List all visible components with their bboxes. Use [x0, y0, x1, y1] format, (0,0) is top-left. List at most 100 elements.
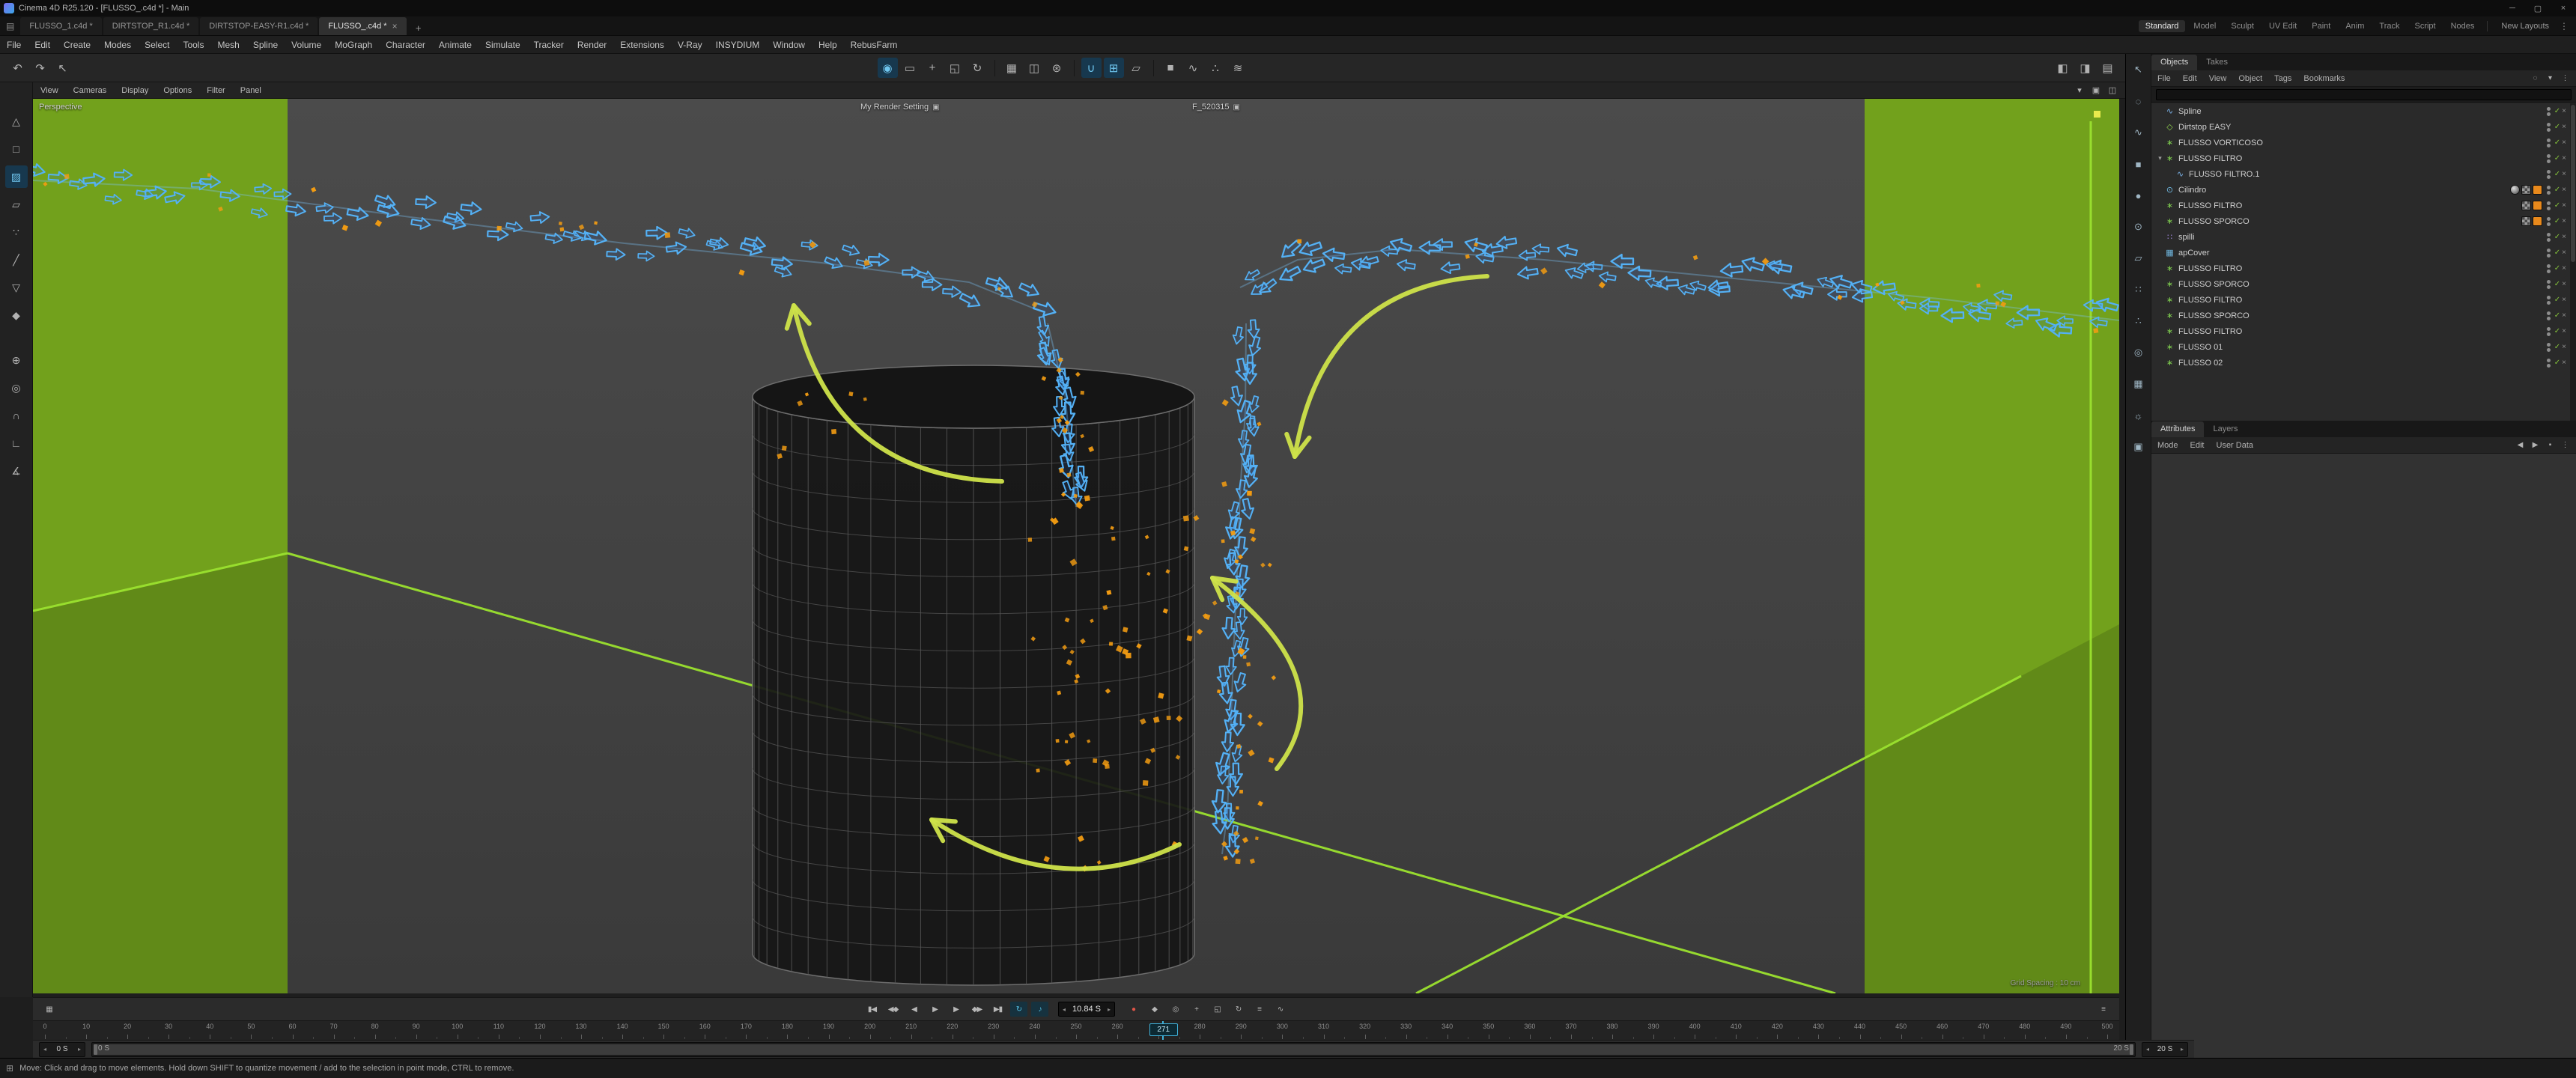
render-visibility-dot[interactable] — [2547, 270, 2551, 273]
editor-visibility-dot[interactable] — [2547, 233, 2551, 237]
render-visibility-dot[interactable] — [2547, 112, 2551, 116]
render-visibility-dot[interactable] — [2547, 159, 2551, 163]
object-row[interactable]: ∗FLUSSO 02✓× — [2151, 355, 2570, 371]
scale-tool-icon[interactable]: ◱ — [945, 58, 965, 78]
select-icon[interactable]: ↖ — [2129, 60, 2148, 79]
object-row[interactable]: ∷spilli✓× — [2151, 229, 2570, 245]
viewport-split-icon[interactable]: ◫ — [2106, 84, 2119, 97]
disabled-cross-icon[interactable]: × — [2562, 201, 2566, 210]
light-icon[interactable]: ☼ — [2129, 406, 2148, 425]
object-row[interactable]: ◇Dirtstop EASY✓× — [2151, 119, 2570, 135]
object-row[interactable]: ∗FLUSSO FILTRO✓× — [2151, 292, 2570, 308]
key-position-toggle[interactable]: + — [1188, 1002, 1205, 1017]
simulate-icon[interactable]: ≋ — [1228, 58, 1248, 78]
visibility-dots[interactable] — [2547, 327, 2551, 336]
timeline-range-slider[interactable]: 0 S20 S — [91, 1042, 2136, 1057]
workplane-icon[interactable]: ▱ — [1126, 58, 1146, 78]
primitive-cube-icon[interactable]: ■ — [1161, 58, 1181, 78]
object-row[interactable]: ∿FLUSSO FILTRO.1✓× — [2151, 166, 2570, 182]
viewport-menu-filter[interactable]: Filter — [199, 82, 232, 99]
layout-uv-edit[interactable]: UV Edit — [2262, 20, 2303, 32]
editor-visibility-dot[interactable] — [2547, 343, 2551, 347]
visibility-dots[interactable] — [2547, 154, 2551, 163]
document-tab-dirtstop-easy-r1-c4d[interactable]: DIRTSTOP-EASY-R1.c4d * — [200, 17, 318, 35]
disabled-cross-icon[interactable]: × — [2562, 249, 2566, 257]
om-search-icon[interactable]: ◌ — [2529, 72, 2542, 85]
editor-visibility-dot[interactable] — [2547, 249, 2551, 252]
rotate-tool-icon[interactable]: ↻ — [967, 58, 988, 78]
range-slider-left-handle[interactable] — [94, 1044, 97, 1055]
cloner-icon[interactable]: ∷ — [2129, 280, 2148, 299]
object-manager-menu-bookmarks[interactable]: Bookmarks — [2297, 74, 2351, 83]
render-visibility-dot[interactable] — [2547, 317, 2551, 320]
menu-simulate[interactable]: Simulate — [479, 36, 527, 54]
render-setting-popout-icon[interactable]: ▣ — [932, 103, 939, 112]
points-mode-icon[interactable]: ∵ — [5, 221, 28, 243]
object-manager-menu-tags[interactable]: Tags — [2268, 74, 2297, 83]
editor-visibility-dot[interactable] — [2547, 138, 2551, 142]
menu-extensions[interactable]: Extensions — [613, 36, 671, 54]
orange-tag-icon[interactable] — [2533, 185, 2542, 195]
render-visibility-dot[interactable] — [2547, 301, 2551, 305]
key-rotation-toggle[interactable]: ↻ — [1230, 1002, 1247, 1017]
render-visibility-dot[interactable] — [2547, 238, 2551, 242]
tab-takes[interactable]: Takes — [2197, 55, 2237, 70]
disabled-cross-icon[interactable]: × — [2562, 217, 2566, 225]
layout-standard[interactable]: Standard — [2139, 20, 2186, 32]
loop-toggle[interactable]: ↻ — [1010, 1002, 1027, 1017]
enabled-check-icon[interactable]: ✓ — [2554, 233, 2560, 241]
timeline-options-icon[interactable]: ≡ — [2094, 1002, 2112, 1017]
snap-icon[interactable]: ∩ — [5, 404, 28, 427]
range-end-field[interactable]: ◂20 S▸ — [2142, 1042, 2188, 1057]
left-pane-icon[interactable]: ◧ — [2053, 58, 2073, 78]
render-visibility-dot[interactable] — [2547, 207, 2551, 210]
disabled-cross-icon[interactable]: × — [2562, 359, 2566, 367]
object-manager-menu-view[interactable]: View — [2203, 74, 2233, 83]
visibility-dots[interactable] — [2547, 217, 2551, 226]
time-step-up-icon[interactable]: ▸ — [1106, 1006, 1112, 1013]
prev-key-button[interactable]: ◀◆ — [884, 1002, 902, 1017]
prev-frame-button[interactable]: ◀ — [905, 1002, 923, 1017]
disabled-cross-icon[interactable]: × — [2562, 123, 2566, 131]
menu-create[interactable]: Create — [57, 36, 97, 54]
menu-render[interactable]: Render — [571, 36, 613, 54]
editor-visibility-dot[interactable] — [2547, 217, 2551, 221]
render-setting-label[interactable]: My Render Setting ▣ — [860, 103, 940, 112]
tab-layers[interactable]: Layers — [2204, 421, 2247, 437]
live-selection-icon[interactable]: ◉ — [878, 58, 898, 78]
document-tab-flusso-1-c4d[interactable]: FLUSSO_1.c4d * — [20, 17, 101, 35]
attribute-menu-edit[interactable]: Edit — [2184, 441, 2211, 450]
visibility-dots[interactable] — [2547, 201, 2551, 210]
menu-animate[interactable]: Animate — [432, 36, 479, 54]
checker-tag-icon[interactable] — [2521, 201, 2531, 210]
object-row[interactable]: ∗FLUSSO FILTRO✓× — [2151, 323, 2570, 339]
render-visibility-dot[interactable] — [2547, 128, 2551, 132]
visibility-dots[interactable] — [2547, 186, 2551, 195]
camera-icon[interactable]: ▣ — [2129, 437, 2148, 457]
take-popout-icon[interactable]: ▣ — [1233, 103, 1240, 112]
enabled-check-icon[interactable]: ✓ — [2554, 249, 2560, 257]
enabled-check-icon[interactable]: ✓ — [2554, 138, 2560, 147]
object-row[interactable]: ∗FLUSSO FILTRO✓× — [2151, 261, 2570, 276]
editor-visibility-dot[interactable] — [2547, 170, 2551, 174]
viewport-solo-icon[interactable]: ◎ — [5, 377, 28, 399]
enabled-check-icon[interactable]: ✓ — [2554, 327, 2560, 335]
edges-mode-icon[interactable]: ╱ — [5, 249, 28, 271]
render-visibility-dot[interactable] — [2547, 332, 2551, 336]
enabled-check-icon[interactable]: ✓ — [2554, 154, 2560, 162]
select-arrow-icon[interactable]: ↖ — [52, 58, 73, 78]
disabled-cross-icon[interactable]: × — [2562, 154, 2566, 162]
cube-icon[interactable]: ■ — [2129, 154, 2148, 174]
undo-icon[interactable]: ↶ — [7, 58, 28, 78]
render-visibility-dot[interactable] — [2547, 348, 2551, 352]
tab-attributes[interactable]: Attributes — [2151, 421, 2204, 437]
zoom-icon[interactable]: ◌ — [2129, 91, 2148, 111]
object-row[interactable]: ▦apCover✓× — [2151, 245, 2570, 261]
sound-toggle[interactable]: ♪ — [1031, 1002, 1048, 1017]
object-row[interactable]: ▾∗FLUSSO FILTRO✓× — [2151, 150, 2570, 166]
menu-character[interactable]: Character — [379, 36, 432, 54]
visibility-dots[interactable] — [2547, 138, 2551, 147]
rect-selection-icon[interactable]: ▭ — [900, 58, 920, 78]
menu-rebusfarm[interactable]: RebusFarm — [844, 36, 905, 54]
object-row[interactable]: ∗FLUSSO FILTRO✓× — [2151, 198, 2570, 213]
